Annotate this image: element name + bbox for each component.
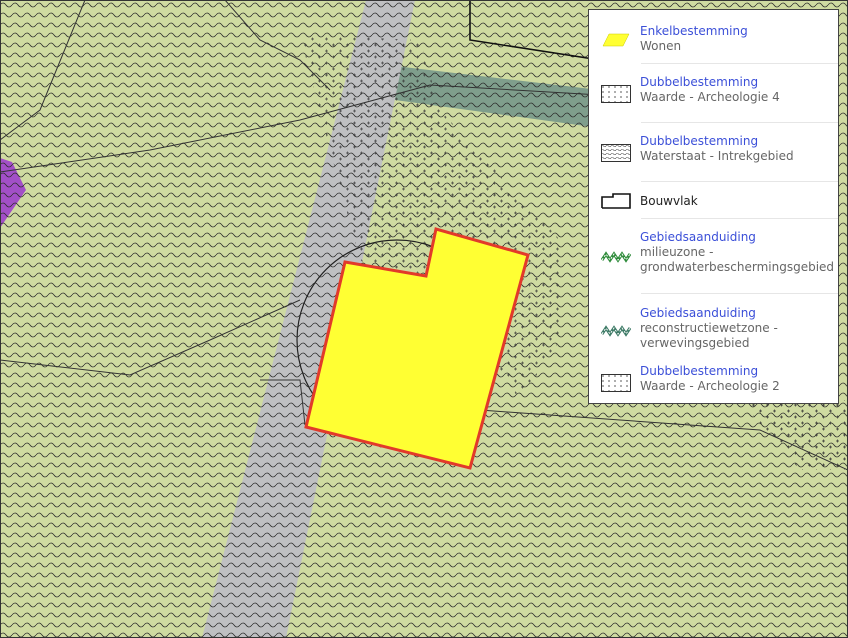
legend-subtitle: Waterstaat - Intrekgebied bbox=[640, 149, 794, 163]
legend-subtitle: milieuzone - bbox=[640, 245, 714, 259]
legend-subtitle: reconstructiewetzone - bbox=[640, 321, 778, 335]
legend-subtitle: Waarde - Archeologie 4 bbox=[640, 90, 780, 104]
legend-subtitle: verwevingsgebied bbox=[640, 336, 750, 350]
legend-subtitle: grondwaterbeschermingsgebied bbox=[640, 260, 835, 274]
legend-divider bbox=[641, 122, 838, 123]
teal-zigzag-icon bbox=[601, 325, 631, 337]
dotted-box-icon bbox=[601, 374, 631, 392]
legend-category: Dubbelbestemming bbox=[640, 134, 759, 148]
legend-divider bbox=[641, 293, 838, 294]
legend-category: Gebiedsaanduiding bbox=[640, 306, 756, 320]
green-zigzag-icon bbox=[601, 251, 631, 263]
legend-subtitle: Wonen bbox=[640, 39, 682, 53]
legend-subtitle: Waarde - Archeologie 2 bbox=[640, 379, 780, 393]
legend-divider bbox=[641, 218, 838, 219]
legend-category: Dubbelbestemming bbox=[640, 364, 759, 378]
legend-category: Enkelbestemming bbox=[640, 24, 748, 38]
legend-category: Dubbelbestemming bbox=[640, 75, 759, 89]
legend-panel: Enkelbestemming Wonen Dubbelbestemming W… bbox=[588, 9, 839, 404]
building-outline-icon bbox=[601, 193, 631, 209]
legend-label: Bouwvlak bbox=[640, 194, 698, 208]
legend-category: Gebiedsaanduiding bbox=[640, 230, 756, 244]
yellow-parallelogram-icon bbox=[602, 33, 630, 47]
dotted-box-icon bbox=[601, 85, 631, 103]
legend-divider bbox=[641, 181, 838, 182]
wavy-box-icon bbox=[601, 144, 631, 162]
legend-divider bbox=[641, 63, 838, 64]
